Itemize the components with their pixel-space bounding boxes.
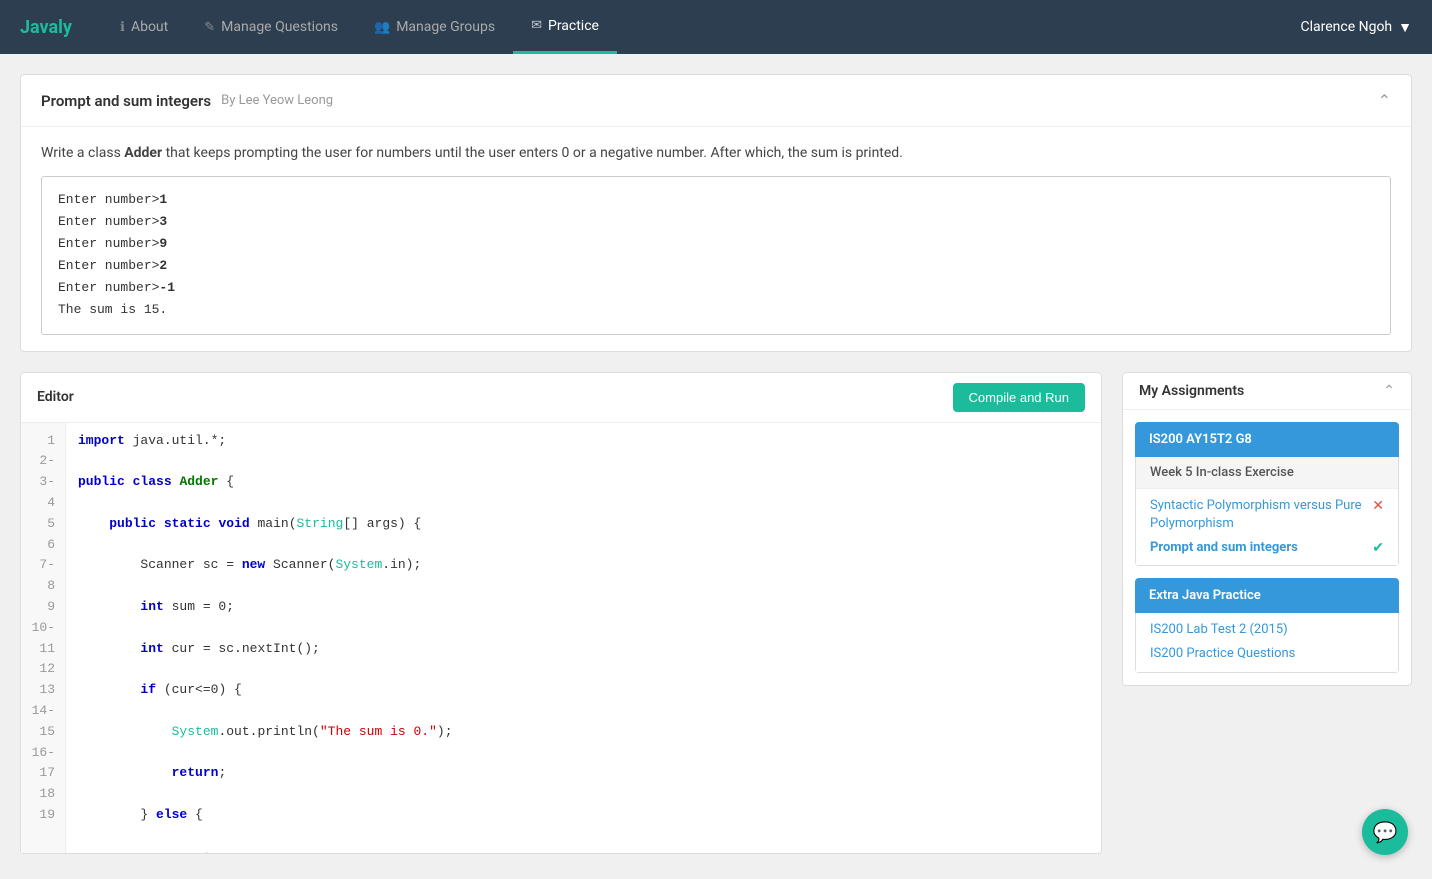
assignment-item-name[interactable]: Syntactic Polymorphism versus Pure Polym… (1150, 497, 1364, 533)
nav-about[interactable]: ℹ About (102, 0, 186, 54)
editor-header: Editor Compile and Run (21, 373, 1101, 423)
problem-description: Write a class Adder that keeps prompting… (41, 143, 1391, 164)
code-sample: Enter number>1 Enter number>3 Enter numb… (41, 176, 1391, 335)
cross-icon: ✕ (1372, 498, 1384, 514)
sidebar-collapse-btn[interactable]: ⌃ (1383, 383, 1395, 399)
assignment-item-name[interactable]: IS200 Practice Questions (1150, 645, 1384, 663)
practice-icon: ✉ (531, 18, 542, 33)
nav-practice[interactable]: ✉ Practice (513, 0, 617, 54)
chat-button[interactable]: 💬 (1362, 809, 1408, 855)
group-is200-subheader: Week 5 In-class Exercise (1136, 457, 1398, 489)
editor-card: Editor Compile and Run 1 2- 3- 4 5 6 7- … (20, 372, 1102, 854)
user-dropdown-icon: ▼ (1398, 19, 1412, 36)
user-menu[interactable]: Clarence Ngoh ▼ (1300, 19, 1412, 36)
check-icon: ✔ (1372, 540, 1384, 556)
brand-logo: Javaly (20, 17, 72, 38)
list-item: IS200 Practice Questions (1150, 645, 1384, 663)
chat-icon: 💬 (1373, 820, 1398, 844)
editor-body[interactable]: 1 2- 3- 4 5 6 7- 8 9 10- 11 12 13 14- 15… (21, 423, 1101, 853)
code-editor[interactable]: import java.util.*; public class Adder {… (66, 423, 1101, 853)
bottom-area: Editor Compile and Run 1 2- 3- 4 5 6 7- … (20, 372, 1412, 854)
assignment-group-extra: Extra Java Practice IS200 Lab Test 2 (20… (1135, 578, 1399, 672)
problem-card: Prompt and sum integers By Lee Yeow Leon… (20, 74, 1412, 352)
manage-questions-icon: ✎ (204, 20, 215, 35)
line-numbers: 1 2- 3- 4 5 6 7- 8 9 10- 11 12 13 14- 15… (21, 423, 66, 853)
list-item: IS200 Lab Test 2 (2015) (1150, 621, 1384, 639)
editor-title: Editor (37, 389, 74, 405)
group-extra-body: IS200 Lab Test 2 (2015) IS200 Practice Q… (1135, 613, 1399, 672)
problem-collapse-btn[interactable]: ⌃ (1378, 91, 1391, 110)
assignment-item-name-active[interactable]: Prompt and sum integers (1150, 539, 1364, 557)
sidebar-card: My Assignments ⌃ IS200 AY15T2 G8 Week 5 … (1122, 372, 1412, 686)
problem-header: Prompt and sum integers By Lee Yeow Leon… (21, 75, 1411, 127)
group-is200-header: IS200 AY15T2 G8 (1135, 422, 1399, 457)
manage-groups-icon: 👥 (374, 20, 390, 35)
list-item: Prompt and sum integers ✔ (1150, 539, 1384, 557)
sidebar-header: My Assignments ⌃ (1123, 373, 1411, 410)
main-container: Prompt and sum integers By Lee Yeow Leon… (0, 54, 1432, 874)
navbar: Javaly ℹ About ✎ Manage Questions 👥 Mana… (0, 0, 1432, 54)
assignment-group-is200: IS200 AY15T2 G8 Week 5 In-class Exercise… (1135, 422, 1399, 567)
group-is200-body: Week 5 In-class Exercise Syntactic Polym… (1135, 457, 1399, 567)
problem-title: Prompt and sum integers (41, 92, 211, 110)
nav-items: ℹ About ✎ Manage Questions 👥 Manage Grou… (102, 0, 1300, 54)
assignment-item-name[interactable]: IS200 Lab Test 2 (2015) (1150, 621, 1384, 639)
nav-manage-groups[interactable]: 👥 Manage Groups (356, 0, 513, 54)
group-extra-items: IS200 Lab Test 2 (2015) IS200 Practice Q… (1136, 613, 1398, 671)
compile-run-button[interactable]: Compile and Run (953, 383, 1085, 412)
group-extra-header: Extra Java Practice (1135, 578, 1399, 613)
sidebar-body: IS200 AY15T2 G8 Week 5 In-class Exercise… (1123, 410, 1411, 685)
problem-author: By Lee Yeow Leong (221, 93, 333, 108)
nav-manage-questions[interactable]: ✎ Manage Questions (186, 0, 356, 54)
sidebar-title: My Assignments (1139, 383, 1244, 399)
list-item: Syntactic Polymorphism versus Pure Polym… (1150, 497, 1384, 533)
problem-body: Write a class Adder that keeps prompting… (21, 127, 1411, 351)
about-icon: ℹ (120, 20, 125, 35)
group-is200-items: Syntactic Polymorphism versus Pure Polym… (1136, 489, 1398, 566)
